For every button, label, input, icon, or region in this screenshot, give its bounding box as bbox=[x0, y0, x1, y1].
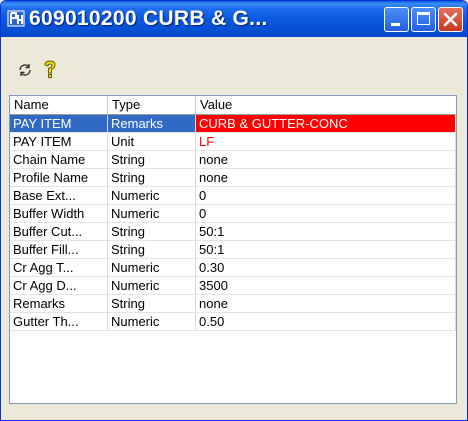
cell-name: Cr Agg D... bbox=[10, 277, 108, 295]
cell-name: Buffer Cut... bbox=[10, 223, 108, 241]
cell-value[interactable]: none bbox=[196, 169, 456, 187]
cell-name: Remarks bbox=[10, 295, 108, 313]
cell-value[interactable]: none bbox=[196, 151, 456, 169]
minimize-icon bbox=[391, 23, 400, 26]
table-row[interactable]: Buffer Fill... String 50:1 bbox=[10, 241, 456, 259]
table-row[interactable]: Remarks String none bbox=[10, 295, 456, 313]
cell-name: Chain Name bbox=[10, 151, 108, 169]
close-button[interactable] bbox=[438, 7, 463, 32]
cell-type: Numeric bbox=[108, 277, 196, 295]
cell-type: Numeric bbox=[108, 205, 196, 223]
cell-type: String bbox=[108, 169, 196, 187]
cell-type: Remarks bbox=[108, 115, 196, 133]
table-row[interactable]: Cr Agg T... Numeric 0.30 bbox=[10, 259, 456, 277]
toolbar bbox=[1, 37, 467, 87]
cell-name: PAY ITEM bbox=[10, 133, 108, 151]
cell-value[interactable]: 0.50 bbox=[196, 313, 456, 331]
cell-value[interactable]: 0 bbox=[196, 187, 456, 205]
table-row[interactable]: Buffer Cut... String 50:1 bbox=[10, 223, 456, 241]
column-header-name[interactable]: Name bbox=[10, 96, 108, 114]
cell-value[interactable]: 3500 bbox=[196, 277, 456, 295]
maximize-button[interactable] bbox=[411, 7, 436, 32]
table-row[interactable]: Profile Name String none bbox=[10, 169, 456, 187]
table-row[interactable]: PAY ITEM Unit LF bbox=[10, 133, 456, 151]
cell-type: String bbox=[108, 151, 196, 169]
cell-value[interactable]: 0 bbox=[196, 205, 456, 223]
cell-name: Gutter Th... bbox=[10, 313, 108, 331]
cell-value[interactable]: 50:1 bbox=[196, 223, 456, 241]
cell-value[interactable]: none bbox=[196, 295, 456, 313]
cell-value[interactable]: 50:1 bbox=[196, 241, 456, 259]
cell-name: PAY ITEM bbox=[10, 115, 108, 133]
table-row[interactable]: Gutter Th... Numeric 0.50 bbox=[10, 313, 456, 331]
cell-name: Profile Name bbox=[10, 169, 108, 187]
properties-grid[interactable]: Name Type Value PAY ITEM Remarks CURB & … bbox=[9, 95, 457, 404]
table-row[interactable]: PAY ITEM Remarks CURB & GUTTER-CONC bbox=[10, 115, 456, 133]
refresh-icon[interactable] bbox=[14, 59, 36, 81]
cell-value[interactable]: 0.30 bbox=[196, 259, 456, 277]
cell-type: Numeric bbox=[108, 313, 196, 331]
cell-type: String bbox=[108, 241, 196, 259]
table-row[interactable]: Chain Name String none bbox=[10, 151, 456, 169]
cell-name: Buffer Width bbox=[10, 205, 108, 223]
grid-header: Name Type Value bbox=[10, 96, 456, 115]
column-header-value[interactable]: Value bbox=[196, 96, 456, 114]
help-icon[interactable] bbox=[39, 59, 61, 81]
cell-name: Base Ext... bbox=[10, 187, 108, 205]
column-header-type[interactable]: Type bbox=[108, 96, 196, 114]
properties-window: 609010200 CURB & G... Name Type Value PA… bbox=[0, 0, 468, 421]
table-row[interactable]: Buffer Width Numeric 0 bbox=[10, 205, 456, 223]
close-icon bbox=[443, 12, 458, 27]
maximize-icon bbox=[417, 12, 430, 25]
cell-value[interactable]: LF bbox=[196, 133, 456, 151]
minimize-button[interactable] bbox=[384, 7, 409, 32]
cell-type: Unit bbox=[108, 133, 196, 151]
cell-value[interactable]: CURB & GUTTER-CONC bbox=[196, 115, 456, 133]
cell-type: String bbox=[108, 223, 196, 241]
cell-type: String bbox=[108, 295, 196, 313]
title-bar[interactable]: 609010200 CURB & G... bbox=[1, 1, 467, 37]
window-title: 609010200 CURB & G... bbox=[29, 7, 268, 30]
table-row[interactable]: Base Ext... Numeric 0 bbox=[10, 187, 456, 205]
cell-type: Numeric bbox=[108, 259, 196, 277]
cell-name: Cr Agg T... bbox=[10, 259, 108, 277]
app-icon bbox=[7, 10, 25, 27]
table-row[interactable]: Cr Agg D... Numeric 3500 bbox=[10, 277, 456, 295]
cell-type: Numeric bbox=[108, 187, 196, 205]
cell-name: Buffer Fill... bbox=[10, 241, 108, 259]
